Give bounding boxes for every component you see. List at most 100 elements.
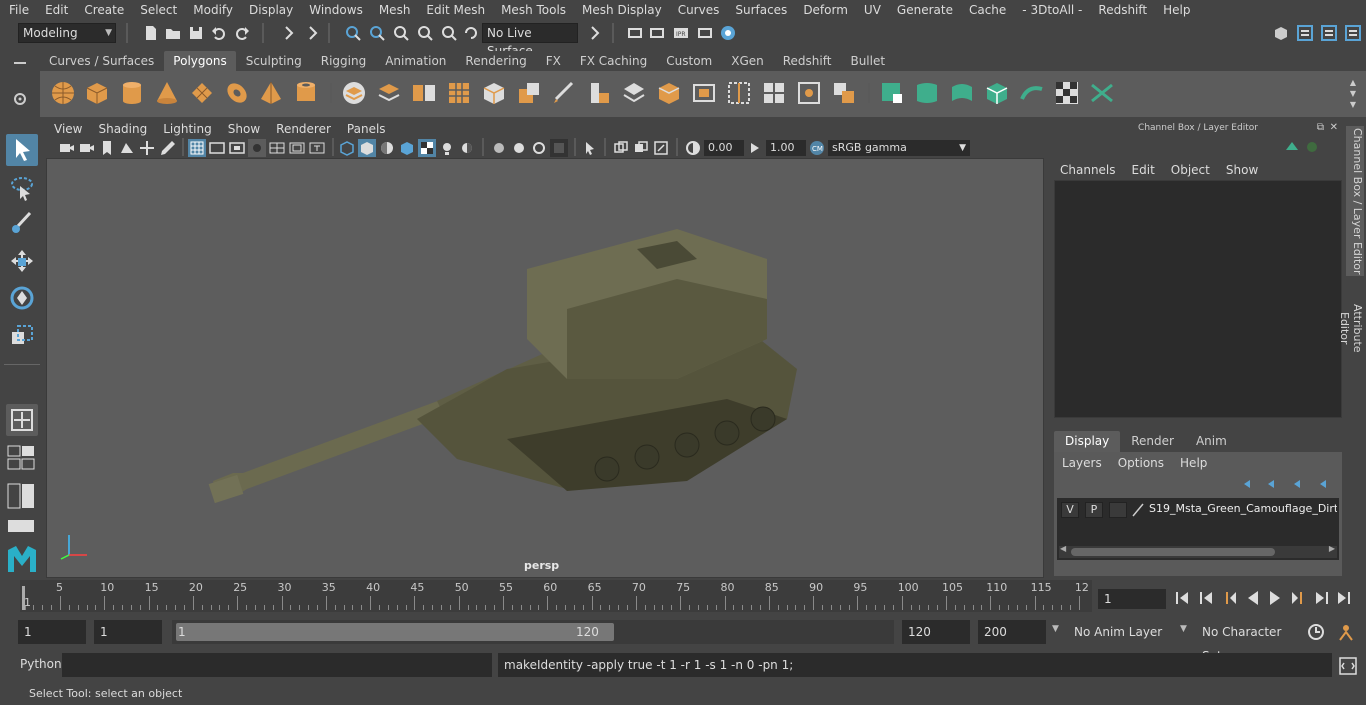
current-time-indicator[interactable] <box>22 586 25 610</box>
scrollbar-thumb[interactable] <box>1071 548 1275 556</box>
select-object-icon[interactable] <box>304 24 322 42</box>
undo-icon[interactable] <box>210 24 228 42</box>
snap-surface-icon[interactable] <box>440 24 458 42</box>
viewport-menu-renderer[interactable]: Renderer <box>268 122 339 136</box>
snap-view-plane-icon[interactable] <box>416 24 434 42</box>
poly-cube-icon[interactable] <box>83 79 111 107</box>
shelf-tab-redshift[interactable]: Redshift <box>773 51 841 71</box>
menu-3dtoall[interactable]: - 3DtoAll - <box>1013 0 1089 20</box>
menu-display[interactable]: Display <box>240 0 300 20</box>
show-manipulator-button[interactable] <box>6 404 38 436</box>
separate-icon[interactable] <box>375 79 403 107</box>
grid-toggle-icon[interactable] <box>188 139 206 157</box>
scale-tool-button[interactable] <box>6 320 38 352</box>
menu-uv[interactable]: UV <box>855 0 888 20</box>
combine-icon[interactable] <box>340 79 368 107</box>
field-chart-icon[interactable] <box>268 139 286 157</box>
animation-end-field[interactable]: 200 <box>978 620 1046 644</box>
snap-curve-icon[interactable] <box>368 24 386 42</box>
chevron-down-icon[interactable]: ▼ <box>1052 624 1059 634</box>
tank-model[interactable] <box>207 219 807 509</box>
offset-edge-loop-icon[interactable] <box>760 79 788 107</box>
menu-mesh-tools[interactable]: Mesh Tools <box>492 0 573 20</box>
channel-box-menu-channels[interactable]: Channels <box>1052 163 1124 177</box>
side-tab-attribute-editor[interactable]: Attribute Editor <box>1338 286 1364 370</box>
use-all-lights-icon[interactable] <box>438 139 456 157</box>
select-hierarchy-icon[interactable] <box>280 24 298 42</box>
script-editor-icon[interactable] <box>1338 656 1358 676</box>
close-icon[interactable]: ✕ <box>1330 120 1338 136</box>
shelf-tab-bullet[interactable]: Bullet <box>841 51 895 71</box>
layer-display-type-toggle[interactable] <box>1109 502 1127 518</box>
paint-select-tool-button[interactable] <box>6 208 38 240</box>
redo-icon[interactable] <box>233 24 251 42</box>
poly-cone-icon[interactable] <box>153 79 181 107</box>
render-settings-icon[interactable] <box>696 24 714 42</box>
mirror-icon[interactable] <box>410 79 438 107</box>
scroll-right-icon[interactable]: ▶ <box>1329 544 1335 553</box>
gate-mask-icon[interactable] <box>248 139 266 157</box>
shelf-tab-xgen[interactable]: XGen <box>722 51 773 71</box>
viewport-menu-panels[interactable]: Panels <box>339 122 394 136</box>
script-language-label[interactable]: Python <box>20 657 62 671</box>
scroll-left-icon[interactable]: ◀ <box>1060 544 1066 553</box>
layer-menu-options[interactable]: Options <box>1110 454 1172 472</box>
snap-grid-icon[interactable] <box>344 24 362 42</box>
safe-title-icon[interactable] <box>308 139 326 157</box>
playback-end-field[interactable]: 120 <box>902 620 970 644</box>
uv-unfold-icon[interactable] <box>1018 79 1046 107</box>
gamma-field[interactable]: 1.00 <box>766 140 806 156</box>
uv-checker-icon[interactable] <box>1053 79 1081 107</box>
merge-icon[interactable] <box>830 79 858 107</box>
time-slider[interactable]: 5 10 15 20 25 30 35 40 45 50 55 60 65 70 75 80 85 90 95 100… <box>20 580 1092 612</box>
anti-aliasing-icon[interactable] <box>530 139 548 157</box>
default-material-icon[interactable] <box>378 139 396 157</box>
shadows-icon[interactable] <box>458 139 476 157</box>
viewport-menu-shading[interactable]: Shading <box>90 122 155 136</box>
shelf-settings-gear-icon[interactable] <box>11 90 29 108</box>
textured-icon[interactable] <box>418 139 436 157</box>
channel-box-menu-show[interactable]: Show <box>1218 163 1266 177</box>
layout-side-by-side-icon[interactable] <box>7 482 37 510</box>
uv-cut-sew-icon[interactable] <box>1088 79 1116 107</box>
layer-menu-layers[interactable]: Layers <box>1054 454 1110 472</box>
list-item[interactable]: V P S19_Msta_Green_Camouflage_Dirt2_l <box>1057 498 1339 522</box>
screen-space-ao-icon[interactable] <box>490 139 508 157</box>
layer-tab-anim[interactable]: Anim <box>1185 431 1238 452</box>
range-slider-bar[interactable] <box>176 623 614 641</box>
make-live-icon[interactable] <box>462 24 480 42</box>
menu-redshift[interactable]: Redshift <box>1089 0 1154 20</box>
channel-box-toggle-icon[interactable] <box>1344 24 1362 42</box>
shelf-tab-sculpting[interactable]: Sculpting <box>236 51 311 71</box>
channel-box-menu-edit[interactable]: Edit <box>1124 163 1163 177</box>
extrude-icon[interactable] <box>585 79 613 107</box>
viewport-menu-show[interactable]: Show <box>220 122 268 136</box>
menu-generate[interactable]: Generate <box>888 0 960 20</box>
uv-spherical-icon[interactable] <box>948 79 976 107</box>
attribute-editor-toggle-icon[interactable] <box>1296 24 1314 42</box>
xray-active-components-icon[interactable] <box>632 139 650 157</box>
xray-icon[interactable] <box>612 139 630 157</box>
exposure-field[interactable]: 0.00 <box>704 140 744 156</box>
hypershade-icon[interactable] <box>719 24 737 42</box>
extract-icon[interactable] <box>515 79 543 107</box>
shelf-tab-animation[interactable]: Animation <box>376 51 456 71</box>
menu-windows[interactable]: Windows <box>300 0 370 20</box>
animation-start-field[interactable]: 1 <box>18 620 86 644</box>
fill-hole-icon[interactable] <box>690 79 718 107</box>
shelf-tab-rigging[interactable]: Rigging <box>311 51 376 71</box>
current-frame-field[interactable]: 1 <box>1098 589 1166 609</box>
menu-curves[interactable]: Curves <box>669 0 727 20</box>
float-panel-icon[interactable]: ⧉ <box>1317 120 1324 136</box>
layer-tab-display[interactable]: Display <box>1054 431 1121 452</box>
viewport-menu-view[interactable]: View <box>46 122 90 136</box>
side-tab-channel-box[interactable]: Channel Box / Layer Editor <box>1346 126 1364 276</box>
wireframe-on-shaded-icon[interactable] <box>398 139 416 157</box>
menu-edit-mesh[interactable]: Edit Mesh <box>417 0 492 20</box>
poly-sphere-icon[interactable] <box>49 79 77 107</box>
menu-help[interactable]: Help <box>1154 0 1197 20</box>
history-toggle-icon[interactable] <box>586 24 604 42</box>
smooth-icon[interactable] <box>445 79 473 107</box>
select-tool-button[interactable] <box>6 134 38 166</box>
wireframe-icon[interactable] <box>338 139 356 157</box>
